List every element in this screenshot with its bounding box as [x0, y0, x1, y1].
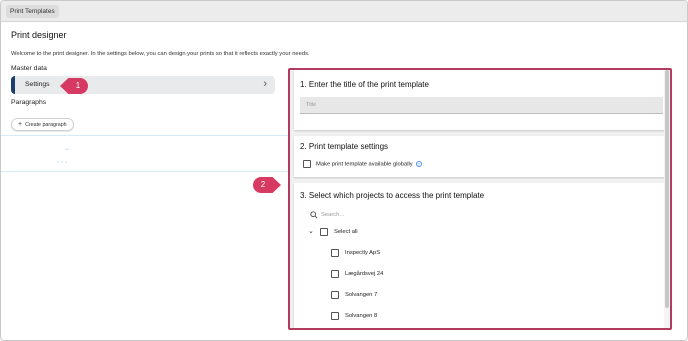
project-checkbox[interactable] — [331, 270, 339, 278]
global-checkbox[interactable] — [303, 160, 311, 168]
scrollbar-thumb[interactable] — [665, 70, 669, 308]
welcome-text: Welcome to the print designer. In the se… — [11, 51, 310, 57]
project-label: Solvangen 8 — [345, 313, 378, 319]
settings-label: Settings — [25, 81, 50, 88]
page-title: Print designer — [11, 30, 67, 40]
settings-section-card: 2. Print template settings Make print te… — [294, 136, 666, 177]
project-checkbox[interactable] — [331, 291, 339, 299]
plus-icon: + — [18, 121, 23, 128]
app-window: Print Templates Print designer Welcome t… — [0, 0, 688, 341]
vertical-scrollbar[interactable] — [664, 70, 670, 328]
select-all-label: Select all — [334, 229, 358, 235]
faded-artifact: ▪ ▪ ▪ — [57, 160, 67, 166]
divider-line — [1, 171, 288, 172]
chevron-right-icon: › — [263, 78, 267, 90]
callout-badge-2: 2 — [253, 177, 281, 193]
master-data-heading: Master data — [11, 65, 47, 72]
project-label: Lægårdsvej 24 — [345, 271, 384, 277]
chevron-down-icon[interactable]: ⌄ — [308, 227, 314, 235]
paragraphs-heading: Paragraphs — [11, 99, 47, 106]
project-label: Solvangen 7 — [345, 292, 378, 298]
divider-line — [1, 135, 288, 136]
global-label-text: Make print template available globally — [316, 161, 413, 168]
project-checkbox[interactable] — [331, 249, 339, 257]
create-paragraph-label: Create paragraph — [25, 122, 67, 128]
help-icon[interactable]: ? — [415, 161, 422, 167]
faded-artifact: ▪▪ — [65, 147, 70, 153]
template-settings-panel: 1. Enter the title of the print template… — [288, 68, 672, 330]
project-search-input[interactable] — [321, 209, 441, 221]
project-checkbox[interactable] — [331, 312, 339, 320]
create-paragraph-button[interactable]: + Create paragraph — [11, 118, 74, 131]
projects-section-card: 3. Select which projects to access the p… — [294, 183, 666, 328]
title-section-card: 1. Enter the title of the print template — [294, 70, 666, 130]
select-all-checkbox[interactable] — [320, 228, 328, 236]
section3-title: 3. Select which projects to access the p… — [300, 191, 485, 200]
section2-title: 2. Print template settings — [300, 142, 389, 151]
title-input[interactable] — [300, 97, 663, 114]
project-label: Inspectly ApS — [345, 250, 381, 256]
global-checkbox-label: Make print template available globally? — [316, 161, 422, 168]
top-bar: Print Templates — [1, 1, 687, 22]
settings-menu-item[interactable]: Settings › — [11, 76, 275, 94]
tab-print-templates[interactable]: Print Templates — [6, 5, 59, 18]
search-icon — [310, 211, 318, 219]
section1-title: 1. Enter the title of the print template — [300, 80, 429, 89]
